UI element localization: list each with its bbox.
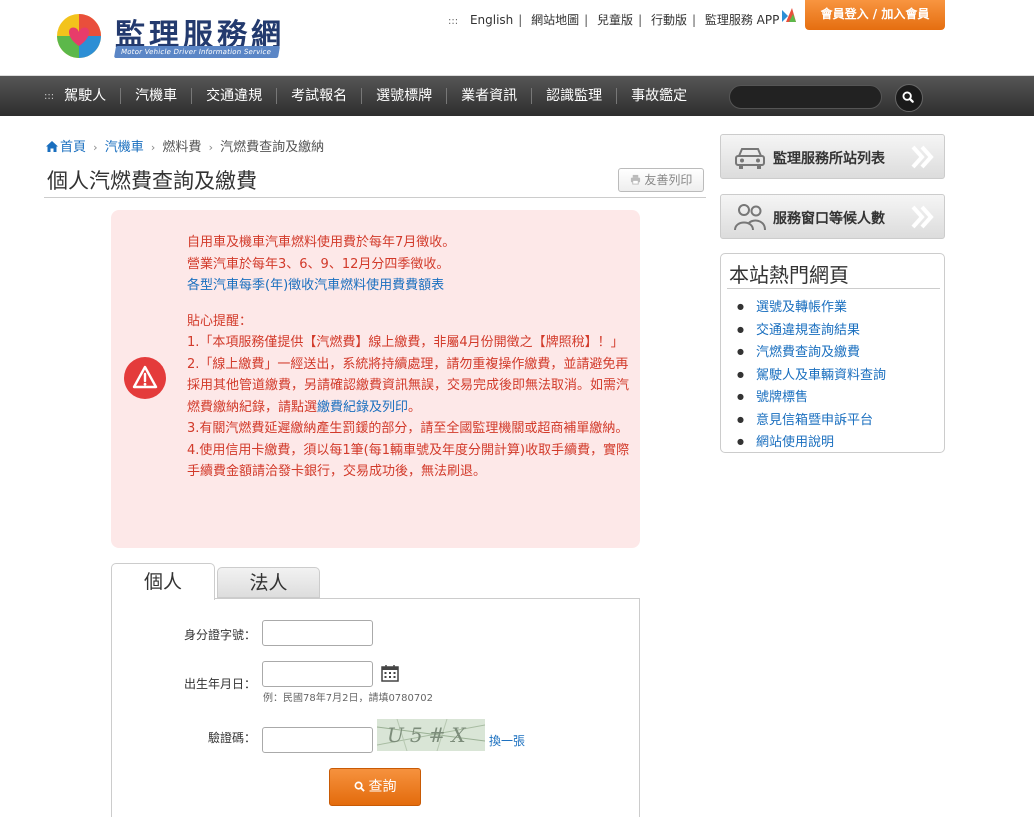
birth-date-hint: 例：民國78年7月2日，請填0780702 xyxy=(263,693,433,704)
title-divider xyxy=(44,197,706,198)
chevron-right-icon xyxy=(911,145,934,169)
birth-label: 出生年月日： xyxy=(183,677,256,691)
nav-item-plate[interactable]: 選號標牌 xyxy=(362,88,448,104)
query-submit-button[interactable]: 查詢 xyxy=(329,768,421,806)
payment-record-link[interactable]: 繳費紀錄及列印 xyxy=(317,400,408,415)
nav-item-accident[interactable]: 事故鑑定 xyxy=(617,88,701,104)
search-button[interactable] xyxy=(895,84,923,112)
breadcrumb-current: 汽燃費查詢及繳納 xyxy=(220,140,325,155)
breadcrumb: 首頁 › 汽機車 › 燃料費 › 汽燃費查詢及繳納 xyxy=(46,136,324,155)
nav-item-business[interactable]: 業者資訊 xyxy=(447,88,533,104)
tip-item-1: 1.「本項服務僅提供【汽燃費】線上繳費，非屬4月份開徵之【牌照稅】！」 xyxy=(187,335,624,350)
car-icon xyxy=(735,148,765,169)
app-icon[interactable] xyxy=(780,6,798,24)
tip-title: 貼心提醒： xyxy=(187,313,253,329)
nav-item-driver[interactable]: 駕駛人 xyxy=(64,88,122,104)
link-app[interactable]: 監理服務 APP xyxy=(705,11,780,28)
notice-text: 自用車及機車汽車燃料使用費於每年7月徵收。 營業汽車於每年3、6、9、12月分四… xyxy=(187,232,635,483)
breadcrumb-home[interactable]: 首頁 xyxy=(60,140,86,155)
birth-date-input[interactable] xyxy=(262,661,373,687)
magnifier-icon xyxy=(354,781,365,792)
home-icon xyxy=(46,141,58,152)
captcha-label: 驗證碼： xyxy=(207,731,256,745)
breadcrumb-vehicle[interactable]: 汽機車 xyxy=(105,140,144,155)
hot-page-link[interactable]: 號牌標售 xyxy=(737,386,886,409)
top-links-dots: ::: xyxy=(448,16,459,27)
search-icon xyxy=(902,91,914,103)
nav-item-vehicle[interactable]: 汽機車 xyxy=(121,88,193,104)
waiting-count-button[interactable]: 服務窗口等候人數 xyxy=(720,194,945,239)
breadcrumb-fuel[interactable]: 燃料費 xyxy=(162,140,201,155)
print-button[interactable]: 友善列印 xyxy=(618,168,704,192)
link-english[interactable]: English xyxy=(470,13,513,27)
chevron-right-icon xyxy=(911,205,934,229)
id-number-input[interactable] xyxy=(262,620,373,646)
notice-line-commercial: 營業汽車於每年3、6、9、12月分四季徵收。 xyxy=(187,256,450,272)
id-label: 身分證字號： xyxy=(183,628,256,642)
notice-box: 自用車及機車汽車燃料使用費於每年7月徵收。 營業汽車於每年3、6、9、12月分四… xyxy=(111,210,640,548)
hot-page-link[interactable]: 汽燃費查詢及繳費 xyxy=(737,341,886,364)
site-header: 監理服務網 Motor Vehicle Driver Information S… xyxy=(0,0,1034,76)
notice-line-private: 自用車及機車汽車燃料使用費於每年7月徵收。 xyxy=(187,235,456,250)
nav-dots: ::: xyxy=(44,90,55,102)
captcha-refresh-link[interactable]: 換一張 xyxy=(489,732,525,749)
top-links: ::: English | 網站地圖 | 兒童版 | 行動版 | 監理服務 APP xyxy=(448,11,780,28)
print-label: 友善列印 xyxy=(644,173,693,187)
hot-page-link[interactable]: 駕駛人及車輛資料查詢 xyxy=(737,364,886,387)
people-icon xyxy=(734,204,766,231)
calendar-icon[interactable] xyxy=(381,664,399,682)
login-button[interactable]: 會員登入 / 加入會員 xyxy=(805,0,945,30)
nav-item-exam[interactable]: 考試報名 xyxy=(277,88,363,104)
tip-item-4: 4.使用信用卡繳費，須以每1筆(每1輛車號及年度分開計算)收取手續費，實際手續費… xyxy=(187,442,630,480)
tip-item-2: 2.「線上繳費」一經送出，系統將持續處理，請勿重複操作繳費，並請避免再採用其他管… xyxy=(187,356,630,415)
hot-page-link[interactable]: 選號及轉帳作業 xyxy=(737,296,886,319)
logo-subtitle: Motor Vehicle Driver Information Service xyxy=(113,46,281,58)
search-input[interactable] xyxy=(729,85,882,109)
captcha-image: U5#X xyxy=(377,719,485,751)
link-sitemap[interactable]: 網站地圖 xyxy=(531,11,579,28)
query-submit-label: 查詢 xyxy=(368,779,397,795)
hot-page-link[interactable]: 網站使用說明 xyxy=(737,431,886,454)
tab-personal[interactable]: 個人 xyxy=(111,563,215,600)
nav-item-violation[interactable]: 交通違規 xyxy=(192,88,278,104)
waiting-count-label: 服務窗口等候人數 xyxy=(773,211,885,227)
hot-pages-list: 選號及轉帳作業 交通違規查詢結果 汽燃費查詢及繳費 駕駛人及車輛資料查詢 號牌標… xyxy=(737,296,886,454)
link-mobile[interactable]: 行動版 xyxy=(651,11,687,28)
warning-icon xyxy=(124,357,166,399)
site-logo[interactable]: 監理服務網 Motor Vehicle Driver Information S… xyxy=(55,10,285,65)
page-title: 個人汽燃費查詢及繳費 xyxy=(47,169,257,193)
fee-table-link[interactable]: 各型汽車每季(年)徵收汽車燃料使用費費額表 xyxy=(187,275,635,297)
nav-item-about[interactable]: 認識監理 xyxy=(532,88,618,104)
link-kids[interactable]: 兒童版 xyxy=(597,11,633,28)
tab-corporate[interactable]: 法人 xyxy=(217,567,320,598)
tip-item-3: 3.有關汽燃費延遲繳納產生罰鍰的部分，請至全國監理機關或超商補單繳納。 xyxy=(187,421,629,436)
hot-pages-divider xyxy=(727,288,940,289)
hot-page-link[interactable]: 意見信箱暨申訴平台 xyxy=(737,409,886,432)
station-list-label: 監理服務所站列表 xyxy=(773,151,885,167)
hot-page-link[interactable]: 交通違規查詢結果 xyxy=(737,319,886,342)
printer-icon xyxy=(630,174,640,185)
station-list-button[interactable]: 監理服務所站列表 xyxy=(720,134,945,179)
hot-pages-title: 本站熱門網頁 xyxy=(729,263,849,287)
captcha-text: U5#X xyxy=(387,723,472,747)
logo-emblem-icon xyxy=(57,14,101,58)
captcha-input[interactable] xyxy=(262,727,373,753)
hot-pages-panel: 本站熱門網頁 選號及轉帳作業 交通違規查詢結果 汽燃費查詢及繳費 駕駛人及車輛資… xyxy=(720,253,945,453)
